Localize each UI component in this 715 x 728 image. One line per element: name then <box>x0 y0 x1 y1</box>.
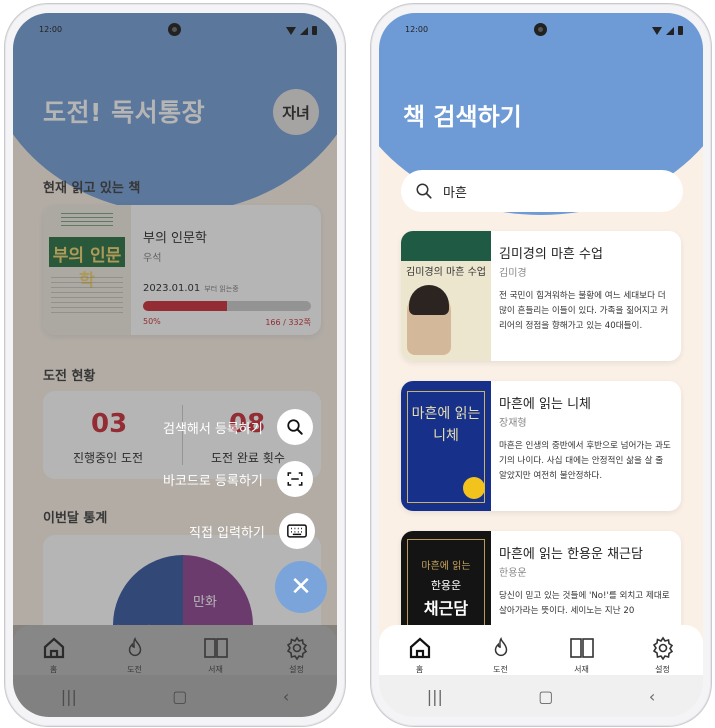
search-result-item[interactable]: 김미경의 마흔 수업 김미경의 마흔 수업 김미경 전 국민이 힘겨워하는 불황… <box>401 231 681 361</box>
phone-right: 12:00 책 검색하기 김미경의 마흔 수업 김미경의 마흔 수업 김미경 전… <box>370 3 712 727</box>
result-author: 김미경 <box>499 268 527 279</box>
fab-barcode-register[interactable]: 바코드로 등록하기 <box>163 461 313 497</box>
book-icon <box>569 637 594 658</box>
result-title: 김미경의 마흔 수업 <box>499 247 603 262</box>
status-time: 12:00 <box>39 25 63 34</box>
status-time: 12:00 <box>405 25 429 34</box>
fab-manual-register[interactable]: 직접 입력하기 <box>189 513 315 549</box>
battery-icon <box>678 26 683 35</box>
result-description: 당신이 믿고 있는 것들에 'No!'를 외치고 제대로 살아가라는 뜻이다. … <box>499 591 670 616</box>
gear-icon <box>652 636 673 660</box>
home-button-icon[interactable]: ▢ <box>538 687 553 706</box>
nav-item-home[interactable]: 홈 <box>390 636 450 675</box>
battery-icon <box>312 26 317 35</box>
system-nav-bar: ||| ▢ ‹ <box>379 675 703 717</box>
search-bar[interactable] <box>401 170 683 212</box>
keyboard-icon <box>286 524 307 538</box>
result-title: 마흔에 읽는 니체 <box>499 397 591 412</box>
signal-icon <box>666 26 674 35</box>
close-icon: ✕ <box>290 572 312 602</box>
screen-book-search: 12:00 책 검색하기 김미경의 마흔 수업 김미경의 마흔 수업 김미경 전… <box>379 13 703 717</box>
nav-item-library[interactable]: 서재 <box>552 636 612 675</box>
phone-left: 12:00 도전! 독서통장 자녀 현재 읽고 있는 책 부의 인문학 부의 인… <box>4 3 346 727</box>
recents-icon[interactable]: ||| <box>427 687 443 706</box>
home-icon <box>409 637 430 658</box>
barcode-scan-icon <box>287 472 303 486</box>
result-title: 마흔에 읽는 한용운 채근담 <box>499 547 643 562</box>
fab-close-button[interactable]: ✕ <box>275 561 327 613</box>
fab-search-register[interactable]: 검색해서 등록하기 <box>163 409 313 445</box>
search-result-item[interactable]: 마흔에 읽는 니체 마흔에 읽는 니체 장재형 마흔은 인생의 중반에서 후반으… <box>401 381 681 511</box>
nav-item-settings[interactable]: 설정 <box>633 636 693 675</box>
camera-icon <box>534 23 547 36</box>
search-icon <box>416 183 432 199</box>
camera-icon <box>168 23 181 36</box>
book-cover: 마흔에 읽는 니체 <box>401 381 491 511</box>
menu-dim-overlay[interactable] <box>13 13 337 717</box>
result-description: 마흔은 인생의 중반에서 후반으로 넘어가는 과도기의 나이다. 사십 대에는 … <box>499 441 671 481</box>
result-author: 한용운 <box>499 568 527 579</box>
result-description: 전 국민이 힘겨워하는 불황에 여느 세대보다 더 많이 흔들리는 이들이 있다… <box>499 291 669 331</box>
search-icon <box>287 419 303 435</box>
wifi-icon <box>286 26 296 35</box>
back-icon[interactable]: ‹ <box>649 687 655 706</box>
nav-item-challenge[interactable]: 도전 <box>471 636 531 675</box>
book-cover: 김미경의 마흔 수업 <box>401 231 491 361</box>
result-author: 장재형 <box>499 418 527 429</box>
search-input[interactable] <box>441 182 665 200</box>
signal-icon <box>300 26 308 35</box>
flame-icon <box>494 636 507 656</box>
status-bar: 12:00 <box>13 13 337 49</box>
wifi-icon <box>652 26 662 35</box>
status-bar: 12:00 <box>379 13 703 49</box>
page-title: 책 검색하기 <box>403 103 522 131</box>
screen-home: 12:00 도전! 독서통장 자녀 현재 읽고 있는 책 부의 인문학 부의 인… <box>13 13 337 717</box>
